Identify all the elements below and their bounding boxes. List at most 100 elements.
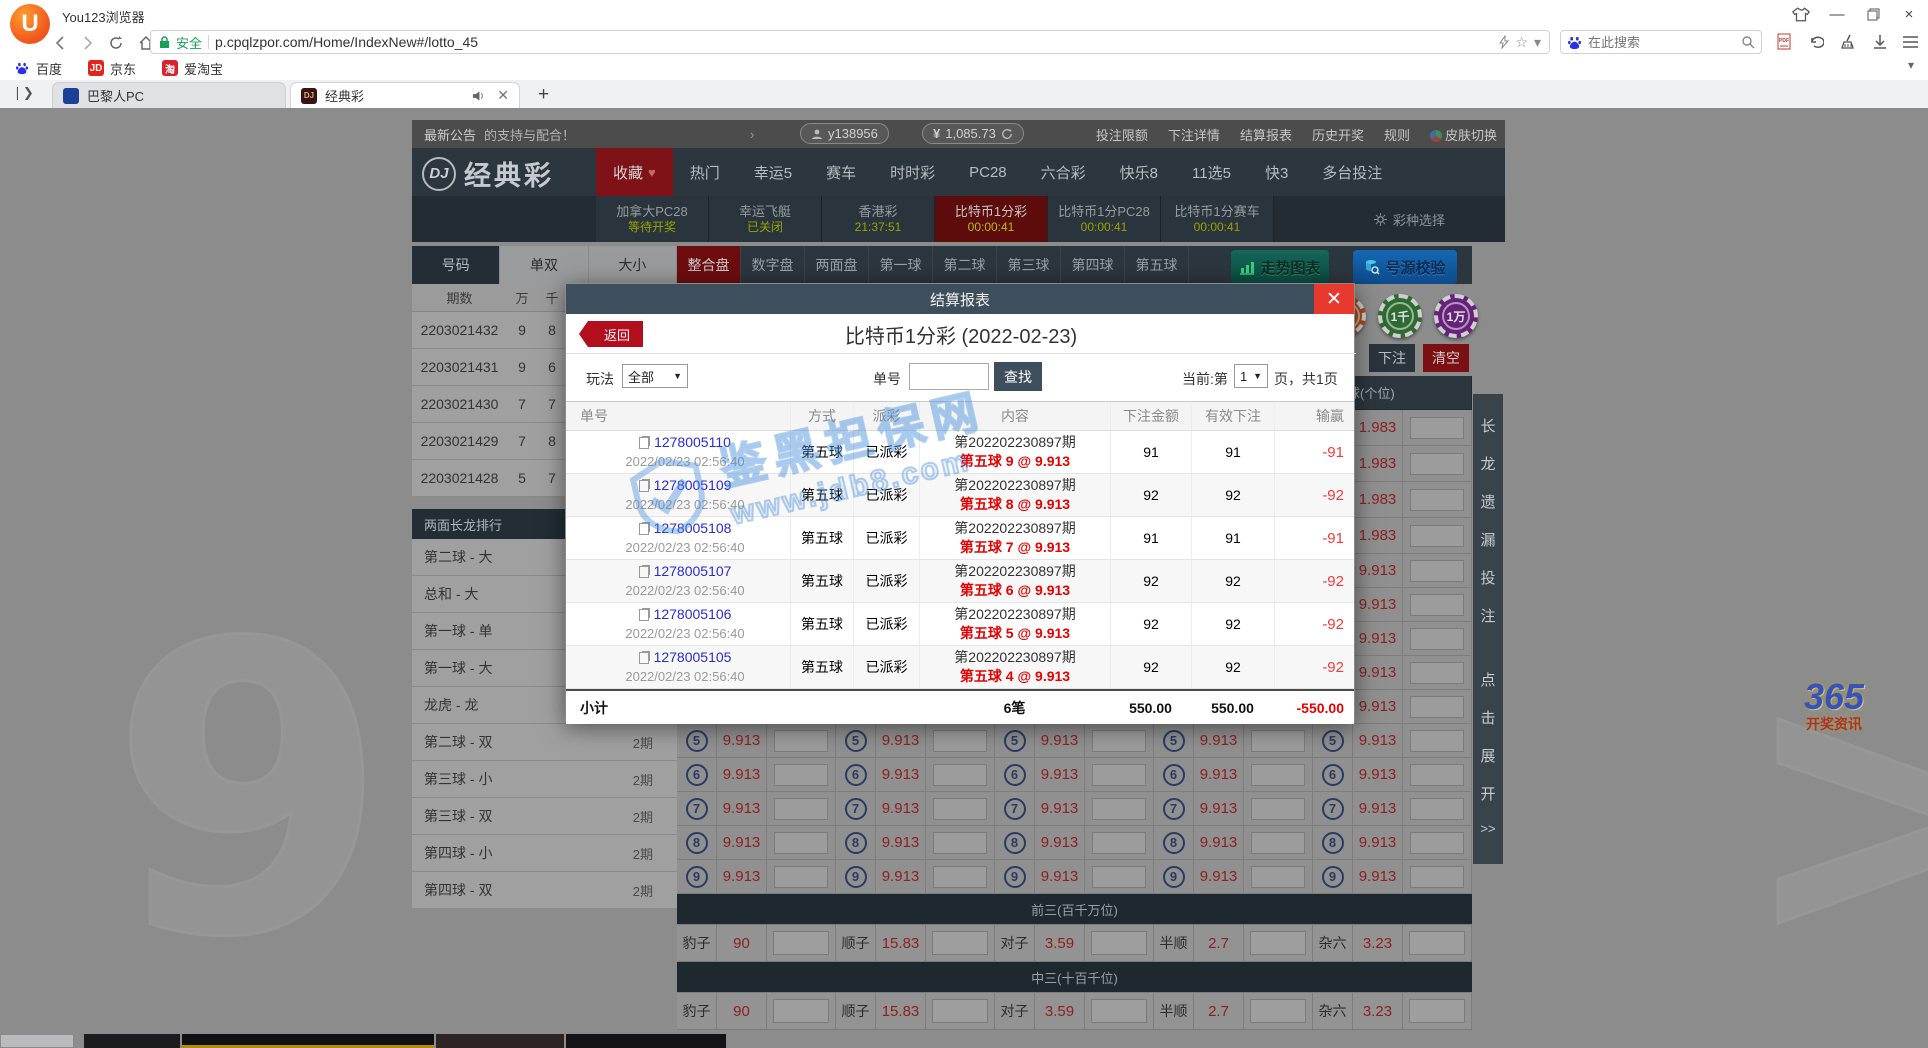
game-cell[interactable]: 幸运飞艇已关闭 (709, 196, 822, 242)
streak-row[interactable]: 第三球 - 双2期 (412, 798, 677, 835)
bet-amount-input[interactable] (1410, 560, 1464, 582)
bet-amount-input[interactable] (1250, 999, 1306, 1023)
clear-button[interactable]: 清空 (1423, 344, 1469, 372)
order-link[interactable]: 1278005105 (639, 648, 732, 667)
lottery-select[interactable]: 彩种选择 (1374, 210, 1445, 229)
sidebar-tab-oddeven[interactable]: 单双 (500, 246, 588, 284)
bet-amount-input[interactable] (1409, 931, 1465, 955)
bet-amount-input[interactable] (1251, 730, 1305, 752)
minimize-button[interactable]: — (1826, 4, 1848, 24)
order-link[interactable]: 1278005110 (639, 433, 731, 452)
bet-amount-input[interactable] (933, 730, 987, 752)
bet-amount-input[interactable] (1410, 594, 1464, 616)
bookmark-item[interactable]: 淘爱淘宝 (162, 59, 223, 78)
order-link[interactable]: 1278005107 (639, 562, 732, 581)
bet-amount-input[interactable] (1410, 628, 1464, 650)
forward-icon[interactable] (76, 31, 100, 55)
nav-item[interactable]: 多台投注 (1305, 148, 1399, 196)
bet-amount-input[interactable] (1410, 417, 1464, 439)
refresh-icon[interactable] (104, 31, 128, 55)
bet-amount-input[interactable] (1410, 662, 1464, 684)
board-tab[interactable]: 两面盘 (805, 246, 869, 284)
bet-amount-input[interactable] (1410, 489, 1464, 511)
chip-1k[interactable]: 1千 (1378, 294, 1422, 338)
nav-item[interactable]: 11选5 (1175, 148, 1248, 196)
bet-amount-input[interactable] (774, 832, 828, 854)
bookmark-item[interactable]: JD京东 (88, 59, 136, 78)
bet-amount-input[interactable] (1091, 931, 1147, 955)
page-select[interactable]: 1▼ (1234, 364, 1268, 388)
board-tab[interactable]: 第二球 (933, 246, 997, 284)
skin-shirt-icon[interactable] (1790, 4, 1812, 24)
bet-amount-input[interactable] (1251, 798, 1305, 820)
bet-amount-input[interactable] (933, 832, 987, 854)
badge-365[interactable]: 365 开奖资讯 (1786, 676, 1882, 750)
url-text[interactable]: p.cpqlzpor.com/Home/IndexNew#/lotto_45 (215, 34, 1493, 50)
chip-10k[interactable]: 1万 (1434, 294, 1478, 338)
site-logo[interactable]: DJ 经典彩 (422, 154, 554, 193)
bet-amount-input[interactable] (773, 999, 829, 1023)
menu-icon[interactable] (1898, 31, 1922, 53)
bet-amount-input[interactable] (1092, 798, 1146, 820)
bet-amount-input[interactable] (933, 764, 987, 786)
nav-item[interactable]: 赛车 (809, 148, 873, 196)
game-cell[interactable]: 比特币1分PC2800:00:41 (1048, 196, 1161, 242)
bet-amount-input[interactable] (1410, 798, 1464, 820)
chevron-down-icon[interactable]: ▾ (1534, 34, 1541, 51)
search-input[interactable] (1588, 35, 1735, 50)
bet-amount-input[interactable] (1251, 832, 1305, 854)
copy-icon[interactable] (639, 437, 649, 449)
tab-classic-lottery[interactable]: DJ 经典彩 ✕ (290, 82, 520, 108)
header-link[interactable]: 皮肤切换 (1430, 125, 1497, 144)
header-link[interactable]: 下注详情 (1168, 125, 1220, 144)
lightning-icon[interactable] (1499, 35, 1509, 49)
copy-icon[interactable] (639, 652, 649, 664)
bet-amount-input[interactable] (773, 931, 829, 955)
board-tab[interactable]: 第四球 (1061, 246, 1125, 284)
header-link[interactable]: 结算报表 (1240, 125, 1292, 144)
broom-icon[interactable] (1836, 31, 1860, 53)
search-box[interactable] (1560, 30, 1762, 54)
undo-icon[interactable] (1804, 31, 1828, 53)
nav-item[interactable]: 时时彩 (873, 148, 952, 196)
nav-item[interactable]: 快乐8 (1103, 148, 1175, 196)
board-tab[interactable]: 第一球 (869, 246, 933, 284)
game-cell[interactable]: 比特币1分赛车00:00:41 (1161, 196, 1274, 242)
bet-amount-input[interactable] (1251, 866, 1305, 888)
bet-amount-input[interactable] (933, 798, 987, 820)
bet-amount-input[interactable] (1251, 764, 1305, 786)
bet-amount-input[interactable] (774, 866, 828, 888)
bet-amount-input[interactable] (1092, 832, 1146, 854)
bet-amount-input[interactable] (1410, 764, 1464, 786)
nav-item[interactable]: PC28 (952, 148, 1024, 196)
source-verify-button[interactable]: 号源校验 (1353, 250, 1457, 284)
streak-row[interactable]: 第四球 - 小2期 (412, 835, 677, 872)
tab-parisian-pc[interactable]: 巴黎人PC (52, 82, 286, 108)
streak-row[interactable]: 第四球 - 双2期 (412, 872, 677, 909)
back-icon[interactable] (48, 31, 72, 55)
header-link[interactable]: 历史开奖 (1312, 125, 1364, 144)
nav-item[interactable]: 幸运5 (737, 148, 809, 196)
play-type-select[interactable]: 全部▼ (622, 364, 688, 388)
sidebar-tab-number[interactable]: 号码 (412, 246, 500, 284)
bet-amount-input[interactable] (774, 730, 828, 752)
nav-item[interactable]: 热门 (673, 148, 737, 196)
game-cell[interactable]: 香港彩21:37:51 (822, 196, 935, 242)
bet-amount-input[interactable] (1091, 999, 1147, 1023)
bet-amount-input[interactable] (1409, 999, 1465, 1023)
streak-row[interactable]: 第二球 - 双2期 (412, 724, 677, 761)
header-link[interactable]: 规则 (1384, 125, 1410, 144)
bet-amount-input[interactable] (1410, 525, 1464, 547)
bet-amount-input[interactable] (1092, 730, 1146, 752)
find-button[interactable]: 查找 (994, 362, 1042, 391)
bet-amount-input[interactable] (1410, 832, 1464, 854)
tab-sidebar-toggle-icon[interactable]: ❘❯ (12, 85, 34, 101)
star-icon[interactable]: ☆ (1515, 34, 1528, 51)
order-number-input[interactable] (909, 363, 989, 390)
user-pill[interactable]: y138956 (800, 123, 889, 144)
notice-chevron-icon[interactable]: › (750, 127, 754, 142)
close-window-button[interactable]: × (1898, 4, 1920, 24)
balance-pill[interactable]: ¥ 1,085.73 (922, 123, 1024, 144)
copy-icon[interactable] (639, 523, 649, 535)
nav-item[interactable]: 六合彩 (1024, 148, 1103, 196)
